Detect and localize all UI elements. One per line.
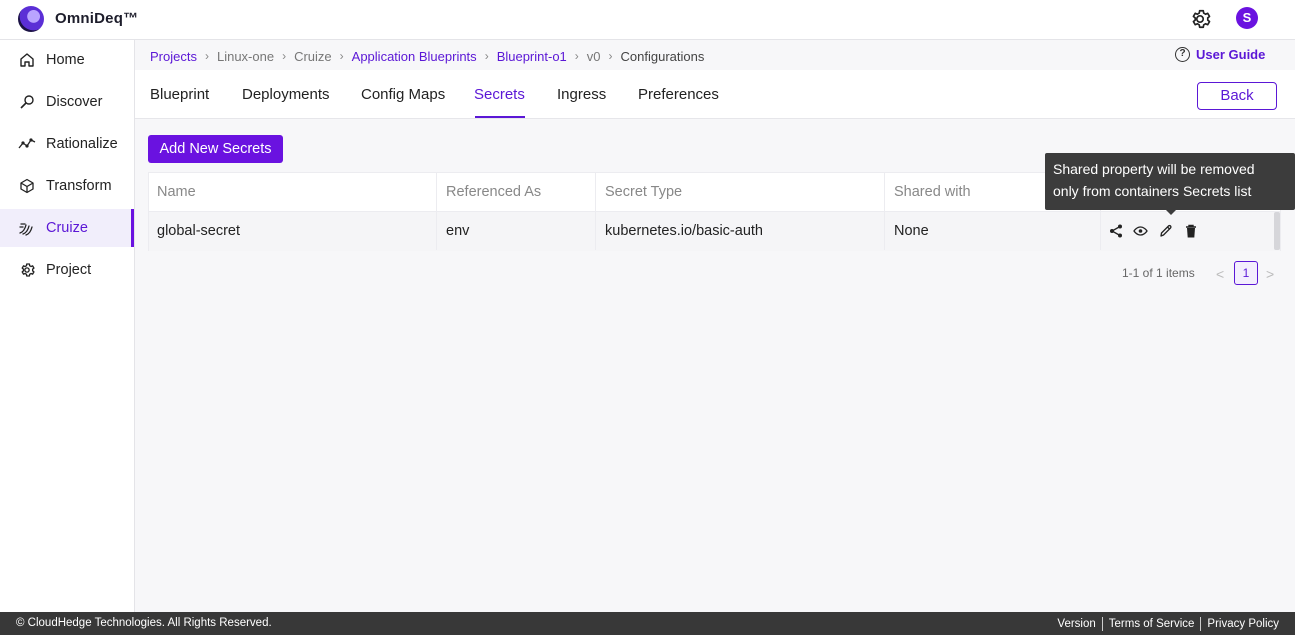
- discover-icon: [18, 93, 36, 111]
- cruize-icon: [18, 219, 36, 237]
- tab-deployments[interactable]: Deployments: [242, 86, 330, 103]
- footer-link-terms[interactable]: Terms of Service: [1109, 618, 1195, 630]
- breadcrumb-application-blueprints[interactable]: Application Blueprints: [352, 49, 477, 64]
- copyright-text: © CloudHedge Technologies. All Rights Re…: [16, 617, 272, 629]
- footer-link-privacy[interactable]: Privacy Policy: [1207, 618, 1279, 630]
- column-header-name[interactable]: Name: [149, 173, 437, 211]
- chevron-right-icon: ›: [574, 49, 579, 63]
- tab-secrets[interactable]: Secrets: [474, 86, 525, 103]
- share-icon[interactable]: [1108, 224, 1123, 239]
- breadcrumb-blueprint[interactable]: Blueprint-o1: [497, 49, 567, 64]
- active-tab-indicator: [475, 116, 525, 118]
- cell-name: global-secret: [149, 212, 437, 250]
- table-scrollbar[interactable]: [1274, 212, 1280, 250]
- breadcrumb-configurations: Configurations: [620, 48, 705, 64]
- user-guide-link[interactable]: ? User Guide: [1175, 47, 1265, 62]
- user-guide-label: User Guide: [1196, 47, 1266, 62]
- rationalize-icon: [18, 135, 36, 153]
- tab-preferences[interactable]: Preferences: [638, 86, 719, 103]
- tooltip-arrow: [1166, 210, 1176, 215]
- cube-icon: [18, 177, 36, 195]
- sidebar-item-label: Rationalize: [46, 136, 118, 152]
- pagination-prev-icon[interactable]: <: [1216, 266, 1224, 282]
- sidebar-item-label: Home: [46, 52, 85, 68]
- delete-trash-icon[interactable]: [1183, 224, 1198, 239]
- user-avatar[interactable]: S: [1236, 7, 1258, 29]
- breadcrumb-version: v0: [586, 48, 601, 64]
- breadcrumb-cruize: Cruize: [294, 48, 332, 64]
- chevron-right-icon: ›: [484, 49, 489, 63]
- chevron-right-icon: ›: [204, 49, 209, 63]
- footer-divider: [1101, 617, 1103, 631]
- column-header-referenced-as[interactable]: Referenced As: [438, 173, 596, 211]
- breadcrumb-linux-one: Linux-one: [216, 48, 275, 64]
- cell-referenced-as: env: [438, 212, 596, 250]
- edit-pencil-icon[interactable]: [1158, 224, 1173, 239]
- chevron-right-icon: ›: [608, 49, 613, 63]
- back-button[interactable]: Back: [1197, 82, 1277, 110]
- sidebar-item-label: Cruize: [46, 220, 88, 236]
- footer-links: Version Terms of Service Privacy Policy: [1057, 617, 1279, 631]
- tab-config-maps[interactable]: Config Maps: [361, 86, 445, 103]
- top-header: OmniDeq™ S: [0, 0, 1295, 40]
- brand-name: OmniDeq™: [55, 10, 139, 27]
- footer-divider: [1200, 617, 1202, 631]
- pagination-page-1[interactable]: 1: [1234, 261, 1258, 285]
- home-icon: [18, 51, 36, 69]
- sidebar-item-label: Transform: [46, 178, 112, 194]
- sidebar-item-label: Project: [46, 262, 92, 278]
- sidebar-item-rationalize[interactable]: Rationalize: [0, 125, 134, 163]
- sidebar: Home Discover Rationalize Transform Crui…: [0, 40, 135, 612]
- pagination-next-icon[interactable]: >: [1266, 266, 1274, 282]
- view-eye-icon[interactable]: [1133, 224, 1148, 239]
- sidebar-item-home[interactable]: Home: [0, 41, 134, 79]
- add-new-secrets-button[interactable]: Add New Secrets: [148, 135, 283, 163]
- sidebar-item-project[interactable]: Project: [0, 251, 134, 289]
- column-header-secret-type[interactable]: Secret Type: [597, 173, 885, 211]
- pagination-summary: 1-1 of 1 items: [1122, 266, 1195, 280]
- settings-gear-icon[interactable]: [1189, 8, 1211, 30]
- tooltip-line-1: Shared property will be removed: [1053, 161, 1255, 177]
- sidebar-item-cruize[interactable]: Cruize: [0, 209, 134, 247]
- delete-tooltip: Shared property will be removed only fro…: [1045, 153, 1295, 210]
- tooltip-line-2: only from containers Secrets list: [1053, 183, 1252, 199]
- help-circle-icon: ?: [1175, 47, 1190, 62]
- cell-shared-with: None: [886, 212, 1101, 250]
- cell-secret-type: kubernetes.io/basic-auth: [597, 212, 885, 250]
- sidebar-item-label: Discover: [46, 94, 103, 110]
- sidebar-item-discover[interactable]: Discover: [0, 83, 134, 121]
- row-actions: [1101, 212, 1271, 250]
- footer-link-version[interactable]: Version: [1057, 618, 1095, 630]
- config-tabs: Blueprint Deployments Config Maps Secret…: [135, 70, 1295, 119]
- chevron-right-icon: ›: [339, 49, 344, 63]
- gear-icon: [18, 261, 36, 279]
- sidebar-item-transform[interactable]: Transform: [0, 167, 134, 205]
- breadcrumb: Projects › Linux-one › Cruize › Applicat…: [150, 48, 704, 64]
- chevron-right-icon: ›: [282, 49, 287, 63]
- tab-ingress[interactable]: Ingress: [557, 86, 606, 103]
- breadcrumb-projects[interactable]: Projects: [150, 49, 197, 64]
- tab-blueprint[interactable]: Blueprint: [150, 86, 209, 103]
- app-logo[interactable]: [18, 6, 44, 32]
- footer: © CloudHedge Technologies. All Rights Re…: [0, 612, 1295, 635]
